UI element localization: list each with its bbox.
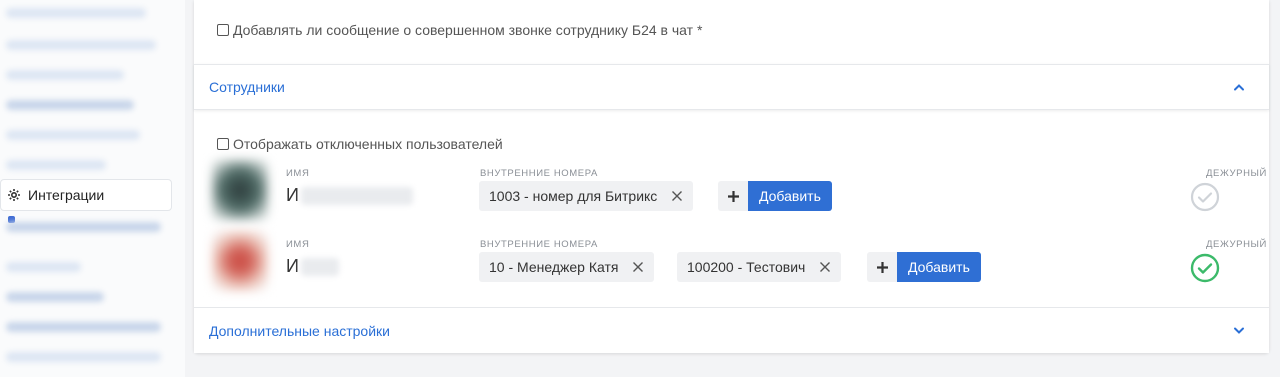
employees-section-header[interactable]: Сотрудники: [194, 64, 1269, 110]
sidebar-item-blurred[interactable]: [6, 8, 146, 18]
duty-column-label: ДЕЖУРНЫЙ: [1205, 239, 1267, 250]
sidebar: Интеграции: [0, 0, 185, 377]
employee-name: И: [286, 256, 339, 277]
numbers-column-label: ВНУТРЕННИЕ НОМЕРА: [480, 239, 598, 250]
employee-name-initial: И: [286, 185, 299, 205]
plus-icon: [727, 190, 739, 202]
name-column-label: ИМЯ: [286, 239, 310, 250]
sidebar-item-blurred[interactable]: [6, 130, 140, 140]
additional-settings-header[interactable]: Дополнительные настройки: [194, 307, 1269, 353]
sidebar-item-blurred[interactable]: [6, 160, 106, 170]
duty-check-icon[interactable]: [1190, 253, 1220, 283]
sidebar-item-blurred[interactable]: [6, 40, 156, 50]
avatar: [212, 160, 268, 220]
gear-icon: [7, 188, 21, 202]
add-number-button[interactable]: Добавить: [897, 252, 981, 282]
close-icon[interactable]: [671, 190, 683, 202]
number-chip-label: 100200 - Тестович: [687, 259, 806, 275]
name-column-label: ИМЯ: [286, 168, 310, 179]
sidebar-item-integrations[interactable]: Интеграции: [0, 179, 172, 211]
employee-name-redacted: [300, 186, 413, 205]
sidebar-item-blurred[interactable]: [6, 292, 104, 302]
duty-check-icon[interactable]: [1190, 182, 1220, 212]
show-disabled-checkbox-label: Отображать отключенных пользователей: [233, 136, 503, 152]
add-number-plus-button[interactable]: [867, 252, 897, 282]
number-chip-label: 1003 - номер для Битрикс: [489, 188, 658, 204]
employees-section-title: Сотрудники: [209, 79, 285, 95]
additional-settings-title: Дополнительные настройки: [209, 322, 390, 339]
employee-name-initial: И: [286, 256, 299, 276]
chat-message-checkbox-label: Добавлять ли сообщение о совершенном зво…: [233, 22, 703, 38]
sidebar-item-blurred[interactable]: [6, 352, 161, 362]
plus-icon: [876, 261, 888, 273]
sidebar-item-blurred[interactable]: [6, 322, 161, 332]
sidebar-item-blurred[interactable]: [6, 100, 134, 110]
show-disabled-checkbox[interactable]: [217, 138, 229, 150]
employee-row: ИМЯ И ВНУТРЕННИЕ НОМЕРА 10 - Менеджер Ка…: [212, 231, 1266, 291]
sidebar-item-blurred[interactable]: [6, 70, 124, 80]
settings-card: Добавлять ли сообщение о совершенном зво…: [194, 0, 1269, 353]
add-number-button[interactable]: Добавить: [748, 181, 832, 211]
show-disabled-checkbox-row[interactable]: Отображать отключенных пользователей: [217, 136, 503, 152]
sidebar-item-label: Интеграции: [28, 187, 105, 203]
duty-column-label: ДЕЖУРНЫЙ: [1205, 168, 1267, 179]
add-number-plus-button[interactable]: [718, 181, 748, 211]
number-chip: 10 - Менеджер Катя: [479, 252, 655, 282]
employee-name: И: [286, 185, 413, 206]
employee-row: ИМЯ И ВНУТРЕННИЕ НОМЕРА 1003 - номер для…: [212, 160, 1266, 220]
employee-name-redacted: [300, 257, 339, 276]
number-chip: 100200 - Тестович: [677, 252, 842, 282]
numbers-column-label: ВНУТРЕННИЕ НОМЕРА: [480, 168, 598, 179]
close-icon[interactable]: [819, 261, 831, 273]
close-icon[interactable]: [632, 261, 644, 273]
sidebar-item-blurred[interactable]: [6, 262, 81, 272]
number-chip: 1003 - номер для Битрикс: [479, 181, 694, 211]
chevron-down-icon[interactable]: [1233, 322, 1245, 340]
avatar: [212, 231, 268, 291]
chat-message-checkbox-row[interactable]: Добавлять ли сообщение о совершенном зво…: [217, 22, 702, 38]
chat-message-checkbox[interactable]: [217, 24, 229, 36]
sidebar-item-blurred[interactable]: [6, 222, 161, 232]
number-chip-label: 10 - Менеджер Катя: [489, 259, 619, 275]
chevron-up-icon[interactable]: [1233, 78, 1245, 96]
